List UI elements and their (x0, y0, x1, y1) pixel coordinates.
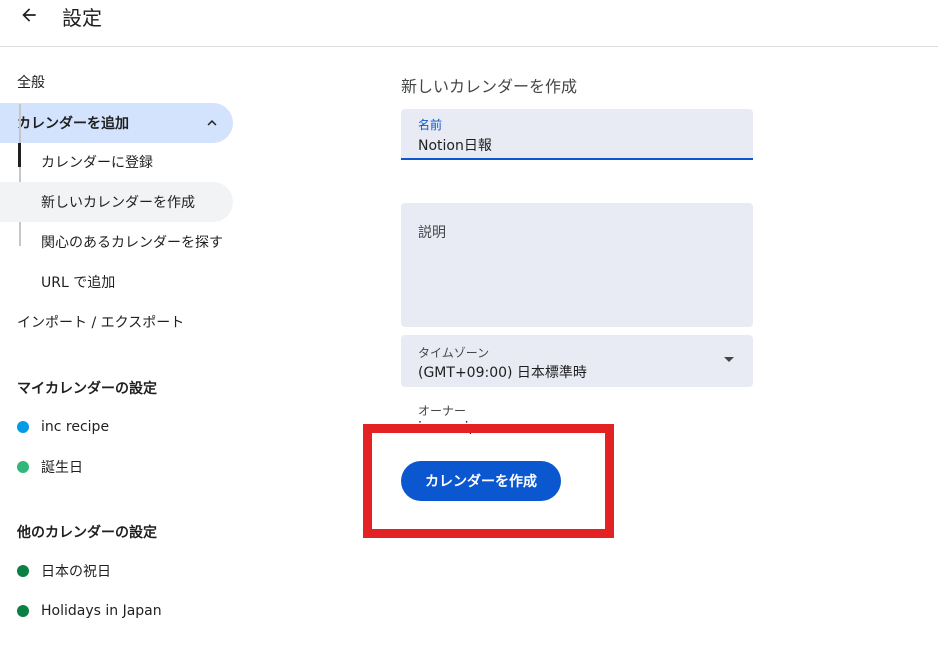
name-field[interactable]: 名前 Notion日報 (401, 109, 753, 160)
sidebar-item-japan-holidays[interactable]: 日本の祝日 (17, 561, 111, 581)
page-title: 設定 (62, 6, 102, 30)
sidebar-item-birthdays[interactable]: 誕生日 (17, 457, 83, 477)
sidebar-item-general[interactable]: 全般 (0, 62, 233, 102)
arrow-back-icon (22, 8, 36, 22)
sidebar-item-browse-calendars[interactable]: 関心のあるカレンダーを探す (0, 222, 233, 262)
sidebar-item-add-by-url[interactable]: URL で追加 (0, 262, 233, 302)
back-button[interactable] (14, 0, 44, 30)
calendar-label: 日本の祝日 (41, 564, 111, 580)
timezone-value: (GMT+09:00) 日本標準時 (418, 365, 587, 381)
chevron-up-icon (207, 120, 217, 126)
calendar-color-dot (17, 565, 29, 577)
description-field-label: 説明 (418, 225, 446, 241)
calendar-label: Holidays in Japan (41, 603, 162, 619)
description-field[interactable]: 説明 (401, 203, 753, 327)
sidebar-item-inc-recipe[interactable]: inc recipe (17, 417, 109, 437)
calendar-color-dot (17, 421, 29, 433)
name-field-value[interactable]: Notion日報 (418, 135, 492, 155)
selected-indicator (18, 143, 21, 167)
sidebar-item-label: カレンダーを追加 (17, 116, 129, 132)
timezone-select[interactable]: タイムゾーン (GMT+09:00) 日本標準時 (401, 335, 753, 387)
sidebar-item-import-export[interactable]: インポート / エクスポート (0, 302, 233, 342)
timezone-label: タイムゾーン (418, 346, 490, 360)
name-field-label: 名前 (418, 118, 443, 132)
my-calendars-heading: マイカレンダーの設定 (17, 381, 157, 397)
form-title: 新しいカレンダーを作成 (401, 77, 578, 96)
sidebar-item-holidays-in-japan[interactable]: Holidays in Japan (17, 601, 162, 621)
owner-label: オーナー (418, 404, 467, 418)
calendar-color-dot (17, 605, 29, 617)
dropdown-caret-icon (724, 357, 734, 362)
sidebar-item-add-calendar[interactable]: カレンダーを追加 (0, 103, 233, 143)
other-calendars-heading: 他のカレンダーの設定 (17, 525, 157, 541)
sidebar-item-create-calendar[interactable]: 新しいカレンダーを作成 (0, 182, 233, 222)
calendar-label: inc recipe (41, 419, 110, 435)
calendar-label: 誕生日 (41, 460, 83, 476)
highlight-annotation-box (363, 424, 614, 538)
sidebar-item-subscribe[interactable]: カレンダーに登録 (0, 142, 233, 182)
settings-header: 設定 (0, 0, 938, 47)
calendar-color-dot (17, 461, 29, 473)
